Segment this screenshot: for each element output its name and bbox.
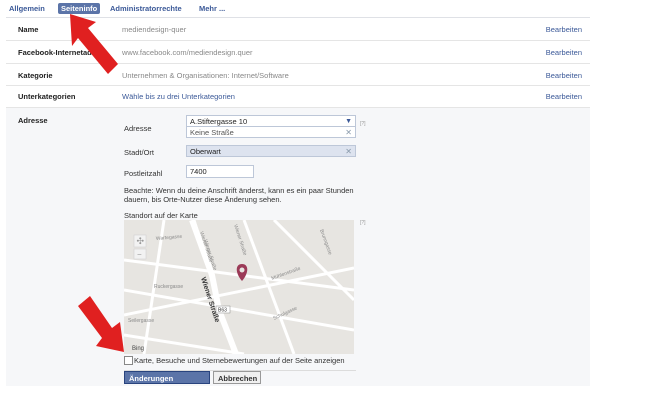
choose-subcategories-link[interactable]: Wähle bis zu drei Unterkategorien <box>122 92 235 101</box>
location-map[interactable]: Wiener Straße Wiener Straße Mühlenstraße… <box>124 220 354 354</box>
address-section-label: Adresse <box>18 116 48 125</box>
city-label: Stadt/Ort <box>124 148 155 157</box>
tab-allgemein[interactable]: Allgemein <box>6 3 48 14</box>
map-streets: Wiener Straße Wiener Straße Mühlenstraße… <box>124 220 354 354</box>
map-location-label: Standort auf der Karte <box>124 211 198 220</box>
street-label-8: Brunngasse <box>318 229 333 256</box>
row-value: www.facebook.com/mediendesign.quer <box>122 48 253 57</box>
row-label: Name <box>18 25 39 34</box>
svg-text:−: − <box>137 250 142 259</box>
postal-code-input[interactable]: 7400 <box>186 165 254 178</box>
edit-unterkategorien-link[interactable]: Bearbeiten <box>546 92 582 101</box>
edit-facebook-link[interactable]: Bearbeiten <box>546 48 582 57</box>
row-label: Unterkategorien <box>18 92 76 101</box>
clear-street-icon[interactable]: ✕ <box>345 127 352 138</box>
street-label-6: Seilergasse <box>128 318 154 324</box>
street-help-icon[interactable]: [?] <box>360 121 366 127</box>
edit-kategorie-link[interactable]: Bearbeiten <box>546 71 582 80</box>
dropdown-arrow-icon[interactable]: ▼ <box>345 116 352 127</box>
show-map-checkbox-label: Karte, Besuche und Sternebewertungen auf… <box>134 356 345 365</box>
address-change-note: Beachte: Wenn du deine Anschrift änderst… <box>124 186 354 204</box>
tab-mehr[interactable]: Mehr ... <box>196 3 228 14</box>
tab-administratorrechte[interactable]: Administratorrechte <box>107 3 185 14</box>
red-arrow-icon <box>70 14 118 74</box>
postal-code-value: 7400 <box>190 167 207 176</box>
row-label: Kategorie <box>18 71 53 80</box>
show-map-checkbox[interactable] <box>124 356 133 365</box>
street-label-3: Wartegasse <box>156 234 183 242</box>
row-value: Unternehmen & Organisationen: Internet/S… <box>122 71 289 80</box>
street-label-4: Ruckergasse <box>154 284 183 290</box>
bing-logo: Bing <box>132 346 144 352</box>
map-help-icon[interactable]: [?] <box>360 220 366 226</box>
cancel-button[interactable]: Abbrechen <box>213 371 261 384</box>
suggestion-text: Keine Straße <box>190 128 234 137</box>
street-value: A.Stiftergasse 10 <box>190 117 248 126</box>
red-arrow-icon-2 <box>78 296 124 352</box>
street-label-1: Wiener Straße <box>232 224 248 257</box>
street-suggestion[interactable]: Keine Straße ✕ <box>186 127 356 138</box>
tab-seiteninfo[interactable]: Seiteninfo <box>58 3 101 14</box>
clear-city-icon[interactable]: ✕ <box>345 146 352 157</box>
row-value: mediendesign-quer <box>122 25 187 34</box>
street-label: Adresse <box>124 124 152 133</box>
row-unterkategorien: Unterkategorien Wähle bis zu drei Unterk… <box>6 86 590 108</box>
svg-text:✣: ✣ <box>137 236 145 246</box>
street-input[interactable]: A.Stiftergasse 10 ▼ <box>186 115 356 127</box>
route-badge-label: B63 <box>218 308 227 314</box>
location-pin-center <box>239 267 245 273</box>
save-changes-button[interactable]: Änderungen speichern <box>124 371 210 396</box>
postal-code-label: Postleitzahl <box>124 169 163 178</box>
edit-name-link[interactable]: Bearbeiten <box>546 25 582 34</box>
city-value: Oberwart <box>190 147 221 156</box>
city-input[interactable]: Oberwart ✕ <box>186 145 356 157</box>
